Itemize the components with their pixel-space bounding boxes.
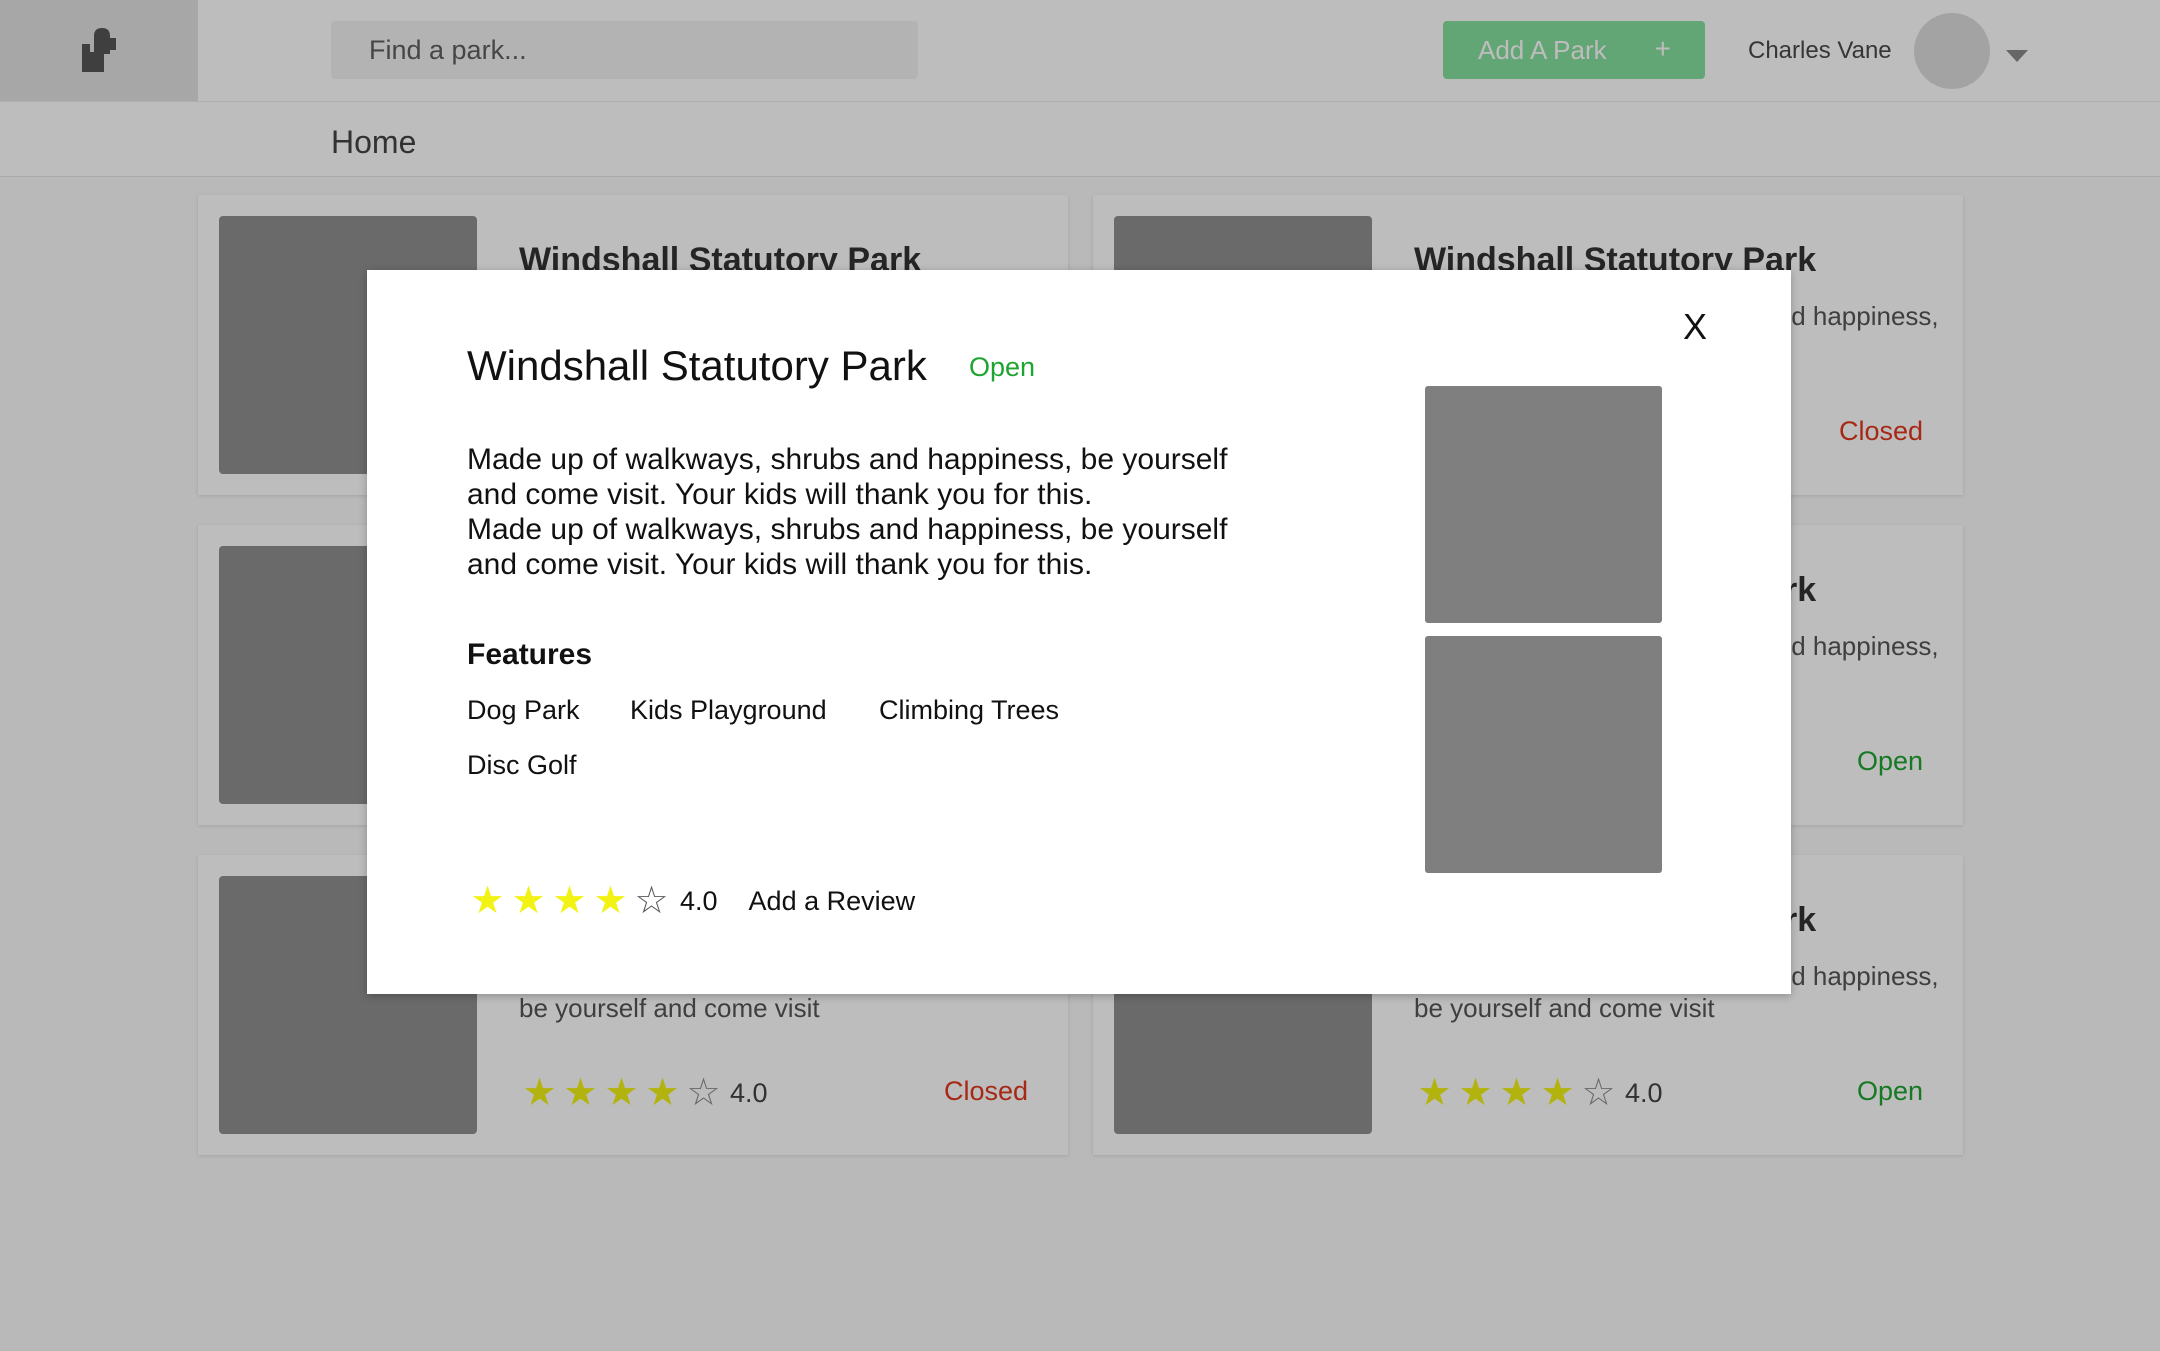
star-icon: ★ xyxy=(593,880,628,922)
park-description: Made up of walkways, shrubs and happines… xyxy=(467,442,1267,582)
star-icon: ★ xyxy=(552,880,587,922)
park-photo[interactable] xyxy=(1425,636,1662,873)
park-photo[interactable] xyxy=(1425,386,1662,623)
star-icon: ☆ xyxy=(634,880,669,922)
features-heading: Features xyxy=(467,638,593,671)
feature-item: Disc Golf xyxy=(467,750,577,780)
description-paragraph: Made up of walkways, shrubs and happines… xyxy=(467,513,1228,581)
star-rating: ★ ★ ★ ★ ☆ xyxy=(467,882,672,920)
star-icon: ★ xyxy=(470,880,505,922)
park-title: Windshall Statutory Park xyxy=(467,342,927,389)
rating-row: ★ ★ ★ ★ ☆ 4.0 Add a Review xyxy=(467,882,915,920)
star-icon: ★ xyxy=(511,880,546,922)
rating-value: 4.0 xyxy=(680,885,718,916)
feature-item: Dog Park xyxy=(467,695,580,725)
feature-item: Kids Playground xyxy=(630,695,827,725)
description-paragraph: Made up of walkways, shrubs and happines… xyxy=(467,443,1228,511)
close-button[interactable]: X xyxy=(1683,306,1707,348)
add-review-link[interactable]: Add a Review xyxy=(749,886,916,917)
feature-item: Climbing Trees xyxy=(879,695,1060,725)
status-badge: Open xyxy=(969,352,1036,382)
park-detail-modal: X Windshall Statutory Park Open Made up … xyxy=(367,270,1791,994)
